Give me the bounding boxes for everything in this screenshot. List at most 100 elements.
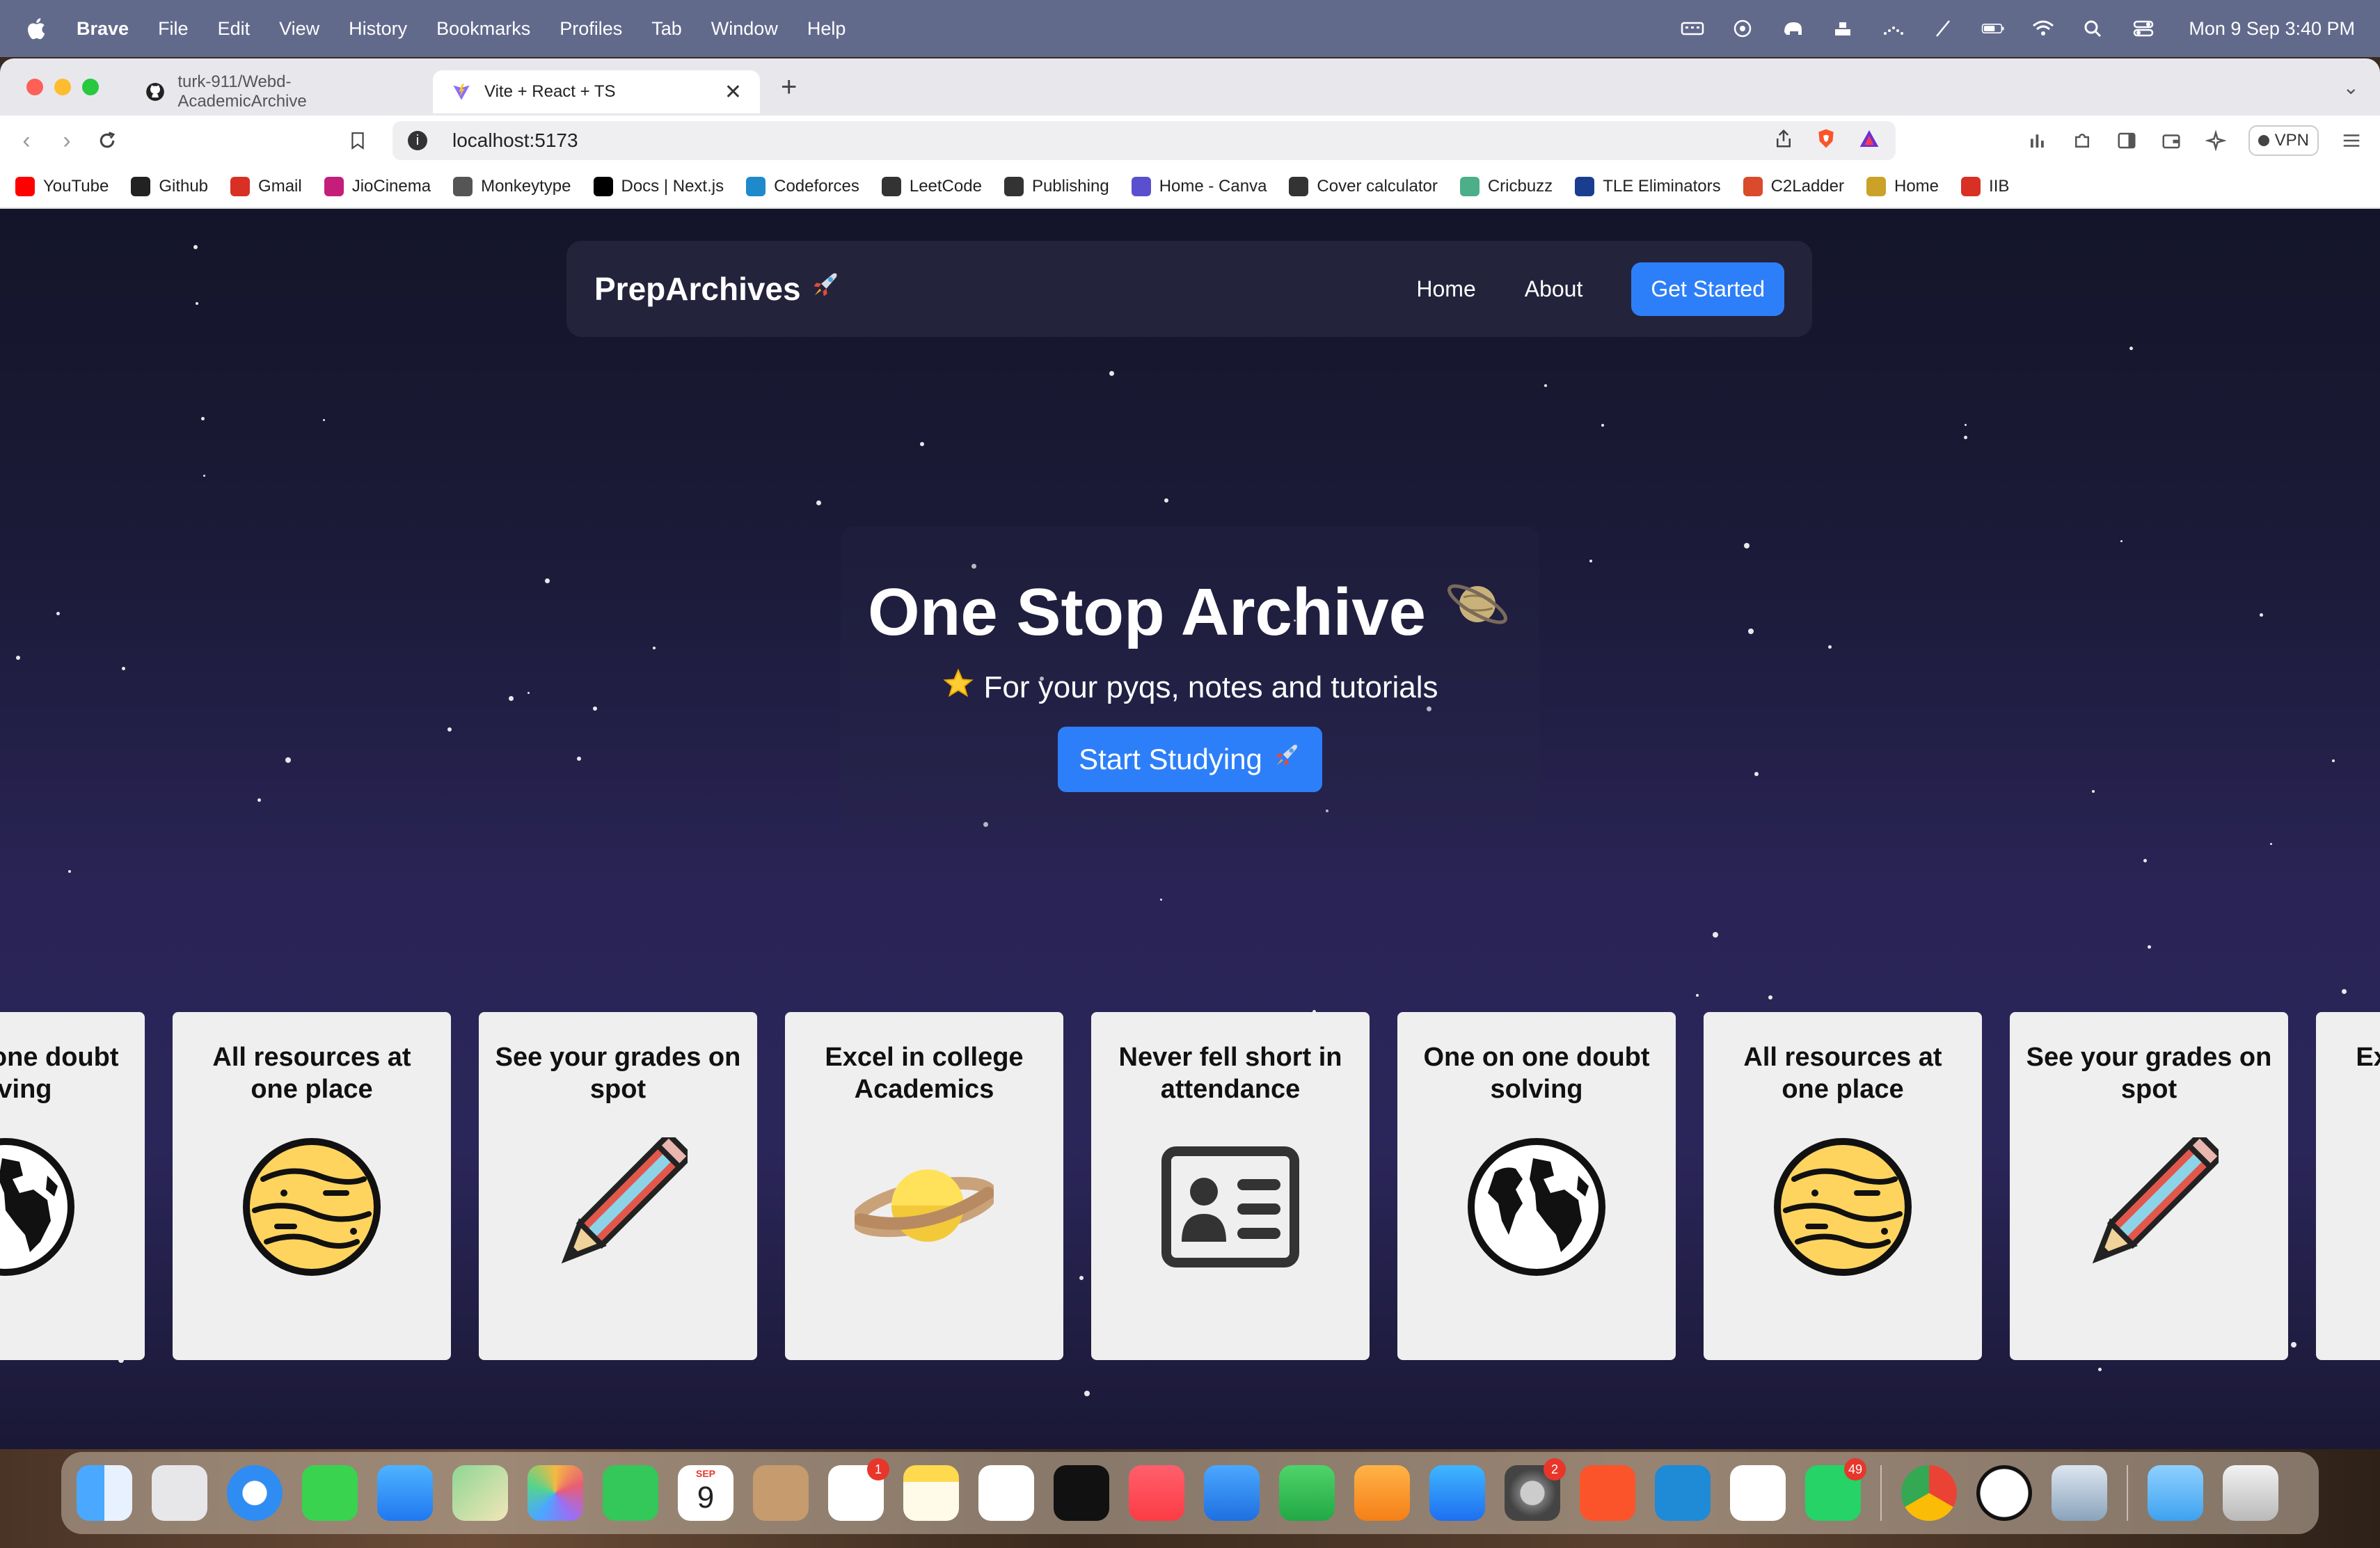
forward-button[interactable]: › bbox=[53, 127, 81, 155]
tv-icon[interactable] bbox=[1054, 1465, 1109, 1521]
menu-history[interactable]: History bbox=[349, 18, 407, 40]
start-studying-button[interactable]: Start Studying bbox=[1058, 727, 1322, 792]
keynote-icon[interactable] bbox=[1204, 1465, 1260, 1521]
clock-icon[interactable] bbox=[1976, 1465, 2032, 1521]
brave-icon[interactable] bbox=[1580, 1465, 1635, 1521]
bookmark-item[interactable]: Publishing bbox=[1003, 177, 1109, 196]
bookmark-item[interactable]: Home bbox=[1866, 177, 1939, 196]
apple-icon[interactable] bbox=[25, 15, 49, 42]
feature-card[interactable]: Excel in college Academics bbox=[785, 1012, 1063, 1360]
feature-card[interactable]: See your grades on spot bbox=[2010, 1012, 2288, 1360]
get-started-button[interactable]: Get Started bbox=[1631, 262, 1784, 316]
bookmark-item[interactable]: IIB bbox=[1961, 177, 2009, 196]
menu-bookmarks[interactable]: Bookmarks bbox=[436, 18, 530, 40]
launchpad-icon[interactable] bbox=[152, 1465, 207, 1521]
bookmark-item[interactable]: Gmail bbox=[230, 177, 302, 196]
tab-vite[interactable]: Vite + React + TS ✕ bbox=[433, 70, 760, 113]
notes-icon[interactable] bbox=[903, 1465, 959, 1521]
brave-shields-icon[interactable] bbox=[1815, 127, 1837, 155]
pages-icon[interactable] bbox=[1354, 1465, 1410, 1521]
share-icon[interactable] bbox=[1773, 128, 1794, 154]
vpn-button[interactable]: VPN bbox=[2248, 125, 2319, 156]
control-center-icon[interactable] bbox=[2130, 18, 2157, 39]
menu-help[interactable]: Help bbox=[807, 18, 846, 40]
messages-icon[interactable] bbox=[302, 1465, 358, 1521]
bookmark-item[interactable]: TLE Eliminators bbox=[1575, 177, 1721, 196]
menu-tab[interactable]: Tab bbox=[651, 18, 682, 40]
feature-card[interactable]: See your grades on spot bbox=[479, 1012, 757, 1360]
maximize-window-button[interactable] bbox=[82, 79, 99, 95]
address-bar[interactable]: i localhost:5173 bbox=[392, 121, 1896, 160]
pen-icon[interactable] bbox=[1930, 18, 1956, 39]
feature-card[interactable]: All resources at one place bbox=[173, 1012, 451, 1360]
bookmark-item[interactable]: YouTube bbox=[15, 177, 109, 196]
sidebar-icon[interactable] bbox=[2115, 129, 2139, 152]
maps-icon[interactable] bbox=[452, 1465, 508, 1521]
bookmark-item[interactable]: Docs | Next.js bbox=[593, 177, 724, 196]
bookmark-item[interactable]: Cover calculator bbox=[1289, 177, 1438, 196]
menu-file[interactable]: File bbox=[158, 18, 189, 40]
menu-view[interactable]: View bbox=[279, 18, 319, 40]
preview-icon[interactable] bbox=[2052, 1465, 2107, 1521]
menu-window[interactable]: Window bbox=[711, 18, 778, 40]
system-settings-icon[interactable]: 2 bbox=[1505, 1458, 1566, 1521]
bookmark-item[interactable]: Github bbox=[131, 177, 208, 196]
whatsapp-icon[interactable]: 49 bbox=[1805, 1458, 1866, 1521]
stats-icon[interactable] bbox=[2026, 129, 2049, 152]
chrome-icon[interactable] bbox=[1901, 1465, 1957, 1521]
bookmark-item[interactable]: Home - Canva bbox=[1131, 177, 1267, 196]
stack-icon[interactable] bbox=[1830, 18, 1856, 39]
reload-button[interactable] bbox=[93, 127, 121, 155]
facetime-icon[interactable] bbox=[603, 1465, 658, 1521]
numbers-icon[interactable] bbox=[1279, 1465, 1335, 1521]
new-tab-button[interactable]: + bbox=[781, 72, 797, 103]
elephant-icon[interactable] bbox=[1779, 18, 1806, 39]
site-info-icon[interactable]: i bbox=[408, 131, 427, 150]
reminders-icon[interactable]: 1 bbox=[828, 1458, 889, 1521]
brave-rewards-icon[interactable] bbox=[1858, 127, 1880, 155]
minimize-window-button[interactable] bbox=[54, 79, 71, 95]
bookmark-item[interactable]: Codeforces bbox=[746, 177, 859, 196]
chatgpt-icon[interactable] bbox=[1730, 1465, 1786, 1521]
menu-profiles[interactable]: Profiles bbox=[560, 18, 622, 40]
wifi-icon[interactable] bbox=[2030, 18, 2056, 39]
menu-app-name[interactable]: Brave bbox=[77, 18, 129, 40]
feature-card[interactable]: One on one doubt solving bbox=[1397, 1012, 1676, 1360]
close-tab-icon[interactable]: ✕ bbox=[724, 80, 742, 104]
bookmark-item[interactable]: C2Ladder bbox=[1743, 177, 1844, 196]
url-text[interactable]: localhost:5173 bbox=[452, 129, 578, 152]
site-brand[interactable]: PrepArchives bbox=[594, 269, 841, 310]
search-icon[interactable] bbox=[2080, 18, 2107, 39]
bookmark-item[interactable]: Cricbuzz bbox=[1459, 177, 1553, 196]
menu-clock[interactable]: Mon 9 Sep 3:40 PM bbox=[2189, 18, 2355, 40]
calendar-icon[interactable]: SEP 9 bbox=[678, 1465, 733, 1521]
app-store-icon[interactable] bbox=[1429, 1465, 1485, 1521]
wallet-icon[interactable] bbox=[2159, 129, 2183, 152]
folder-icon[interactable] bbox=[2148, 1465, 2203, 1521]
tab-github[interactable]: turk-911/Webd-AcademicArchive bbox=[127, 70, 433, 113]
photos-icon[interactable] bbox=[527, 1465, 583, 1521]
chatgpt-icon[interactable] bbox=[1729, 18, 1756, 39]
feature-card[interactable]: Never fell short in attendance bbox=[1091, 1012, 1370, 1360]
bookmark-item[interactable]: LeetCode bbox=[881, 177, 982, 196]
trash-icon[interactable] bbox=[2223, 1465, 2278, 1521]
bookmark-icon[interactable] bbox=[344, 127, 372, 155]
battery-icon[interactable] bbox=[1980, 18, 2006, 39]
finder-icon[interactable] bbox=[77, 1465, 132, 1521]
hamburger-menu-icon[interactable] bbox=[2340, 129, 2363, 152]
nav-about-link[interactable]: About bbox=[1525, 276, 1583, 302]
close-window-button[interactable] bbox=[26, 79, 43, 95]
safari-icon[interactable] bbox=[227, 1465, 283, 1521]
contacts-icon[interactable] bbox=[753, 1465, 809, 1521]
feature-card[interactable]: One on one doubt solving bbox=[0, 1012, 145, 1360]
menu-edit[interactable]: Edit bbox=[218, 18, 251, 40]
bookmark-item[interactable]: JioCinema bbox=[324, 177, 431, 196]
keyboard-icon[interactable] bbox=[1679, 18, 1706, 39]
back-button[interactable]: ‹ bbox=[13, 127, 40, 155]
music-icon[interactable] bbox=[1129, 1465, 1184, 1521]
extensions-icon[interactable] bbox=[2070, 129, 2094, 152]
feature-card[interactable]: All resources at one place bbox=[1704, 1012, 1982, 1360]
mail-icon[interactable] bbox=[377, 1465, 433, 1521]
feature-card[interactable]: Excel in college Academics bbox=[2316, 1012, 2380, 1360]
leo-ai-icon[interactable] bbox=[2204, 129, 2228, 152]
